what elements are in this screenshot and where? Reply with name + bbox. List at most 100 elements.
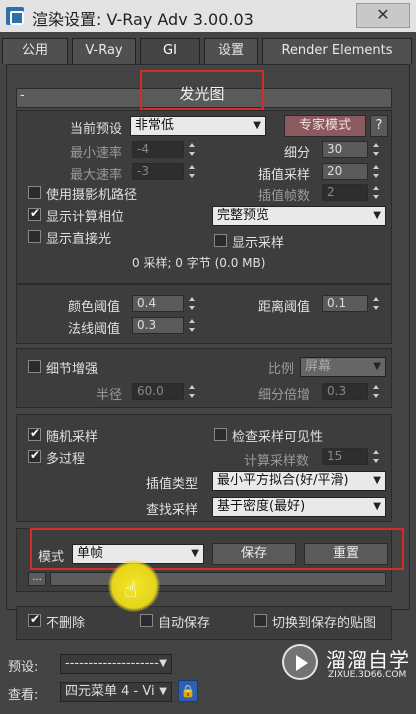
interp-frames-field[interactable]: 2 <box>322 184 368 201</box>
file-path-field[interactable] <box>50 572 386 586</box>
normal-threshold-spinner-icon[interactable] <box>188 317 197 334</box>
preset-dropdown[interactable]: 非常低 ▼ <box>130 116 266 136</box>
scale-dropdown[interactable]: 屏幕 ▼ <box>300 357 386 377</box>
distance-threshold-field[interactable]: 0.1 <box>322 295 368 312</box>
reset-button[interactable]: 重置 <box>304 543 388 565</box>
calc-pass-samples-label: 计算采样数 <box>244 454 310 469</box>
randomize-samples-checkbox[interactable] <box>28 426 41 441</box>
expert-mode-button[interactable]: 专家模式 <box>284 115 366 137</box>
lookup-dropdown[interactable]: 基于密度(最好) ▼ <box>212 497 386 517</box>
switch-to-saved-checkbox[interactable] <box>254 614 267 627</box>
preset-label: 当前预设 <box>70 122 123 137</box>
lookup-label: 查找采样 <box>146 503 199 518</box>
preview-mode-value: 完整预览 <box>217 208 270 223</box>
auto-save-label: 自动保存 <box>158 616 211 631</box>
calc-pass-samples-spinner-icon[interactable] <box>372 448 381 465</box>
normal-threshold-label: 法线阈值 <box>68 322 121 337</box>
interp-type-label: 插值类型 <box>146 477 199 492</box>
view-footer-dropdown[interactable]: 四元菜单 4 - Vi ▼ <box>60 682 172 702</box>
collapse-icon[interactable]: - <box>20 88 25 103</box>
color-threshold-spinner-icon[interactable] <box>188 295 197 312</box>
lock-icon[interactable]: 🔒 <box>178 680 198 702</box>
use-camera-path-checkbox[interactable] <box>28 186 41 199</box>
calc-pass-samples-field[interactable]: 15 <box>322 448 368 465</box>
auto-save-checkbox[interactable] <box>140 614 153 627</box>
tab-bar: 公用 V-Ray GI 设置 Render Elements <box>2 38 414 64</box>
scale-label: 比例 <box>268 362 295 377</box>
chevron-down-icon: ▼ <box>373 361 381 372</box>
radius-label: 半径 <box>96 388 123 403</box>
min-rate-label: 最小速率 <box>70 146 123 161</box>
check-visibility-checkbox[interactable] <box>214 428 227 441</box>
max-rate-spinner-icon[interactable] <box>188 163 197 180</box>
use-camera-path-label: 使用摄影机路径 <box>46 188 138 203</box>
switch-to-saved-label: 切换到保存的贴图 <box>272 616 377 631</box>
show-direct-light-checkbox[interactable] <box>28 230 41 243</box>
browse-button[interactable]: ... <box>28 572 46 586</box>
min-rate-spinner-icon[interactable] <box>188 141 197 158</box>
radius-spinner-icon[interactable] <box>188 383 197 400</box>
help-button[interactable]: ? <box>370 115 388 137</box>
tab-render-elements[interactable]: Render Elements <box>262 38 412 64</box>
show-calc-phase-checkbox[interactable] <box>28 206 41 221</box>
max-rate-field[interactable]: -3 <box>132 163 184 180</box>
show-samples-checkbox[interactable] <box>214 234 227 247</box>
stats-text: 0 采样; 0 字节 (0.0 MB) <box>132 256 266 270</box>
dont-delete-label: 不删除 <box>46 616 86 631</box>
min-rate-field[interactable]: -4 <box>132 141 184 158</box>
chevron-down-icon: ▼ <box>159 686 167 697</box>
view-footer-label: 查看: <box>8 688 39 703</box>
chevron-down-icon: ▼ <box>373 210 381 221</box>
normal-threshold-field[interactable]: 0.3 <box>132 317 184 334</box>
preset-footer-label: 预设: <box>8 660 39 675</box>
show-calc-phase-label: 显示计算相位 <box>46 210 125 225</box>
color-threshold-field[interactable]: 0.4 <box>132 295 184 312</box>
multipass-checkbox[interactable] <box>28 448 41 463</box>
chevron-down-icon: ▼ <box>191 548 199 559</box>
mode-label: 模式 <box>38 550 65 565</box>
subdivs-mult-field[interactable]: 0.3 <box>322 383 368 400</box>
radius-field[interactable]: 60.0 <box>132 383 184 400</box>
lookup-value: 基于密度(最好) <box>217 499 306 514</box>
watermark-title: 溜溜自学 <box>326 648 410 672</box>
chevron-down-icon: ▼ <box>253 120 261 131</box>
interp-samples-field[interactable]: 20 <box>322 163 368 180</box>
tab-settings[interactable]: 设置 <box>204 38 258 64</box>
color-threshold-label: 颜色阈值 <box>68 300 121 315</box>
interp-samples-spinner-icon[interactable] <box>372 163 381 180</box>
scale-value: 屏幕 <box>305 359 332 374</box>
tab-vray[interactable]: V-Ray <box>72 38 136 64</box>
preset-value: 非常低 <box>135 118 175 133</box>
tab-common[interactable]: 公用 <box>2 38 68 64</box>
chevron-down-icon: ▼ <box>373 501 381 512</box>
preview-mode-dropdown[interactable]: 完整预览 ▼ <box>212 206 386 226</box>
interp-type-dropdown[interactable]: 最小平方拟合(好/平滑) ▼ <box>212 471 386 491</box>
play-logo-icon <box>282 644 318 680</box>
window-title: 渲染设置: V-Ray Adv 3.00.03 <box>32 10 254 29</box>
close-button[interactable]: ✕ <box>356 3 410 28</box>
chevron-down-icon: ▼ <box>373 475 381 486</box>
preset-footer-dropdown[interactable]: -------------------- ▼ <box>60 654 172 674</box>
chevron-down-icon: ▼ <box>159 658 167 669</box>
save-button[interactable]: 保存 <box>212 543 296 565</box>
check-visibility-label: 检查采样可见性 <box>232 430 324 445</box>
interp-frames-label: 插值帧数 <box>258 189 311 204</box>
dont-delete-checkbox[interactable] <box>28 612 41 627</box>
hand-cursor-icon: ☝ <box>124 578 138 603</box>
detail-enhance-checkbox[interactable] <box>28 360 41 373</box>
subdivs-field[interactable]: 30 <box>322 141 368 158</box>
distance-threshold-label: 距离阈值 <box>258 300 311 315</box>
subdivs-mult-spinner-icon[interactable] <box>372 383 381 400</box>
watermark: 溜溜自学 ZIXUE.3D66.COM <box>282 640 414 686</box>
subdivs-spinner-icon[interactable] <box>372 141 381 158</box>
interp-frames-spinner-icon[interactable] <box>372 184 381 201</box>
title-bar: 渲染设置: V-Ray Adv 3.00.03 ✕ <box>0 0 416 32</box>
randomize-samples-label: 随机采样 <box>46 430 99 445</box>
detail-enhance-label: 细节增强 <box>46 362 99 377</box>
preset-footer-value: -------------------- <box>65 656 159 671</box>
tab-gi[interactable]: GI <box>140 38 200 64</box>
distance-threshold-spinner-icon[interactable] <box>372 295 381 312</box>
app-icon <box>6 7 24 25</box>
mode-value: 单帧 <box>77 546 104 561</box>
rollout-title: 发光图 <box>140 70 264 110</box>
